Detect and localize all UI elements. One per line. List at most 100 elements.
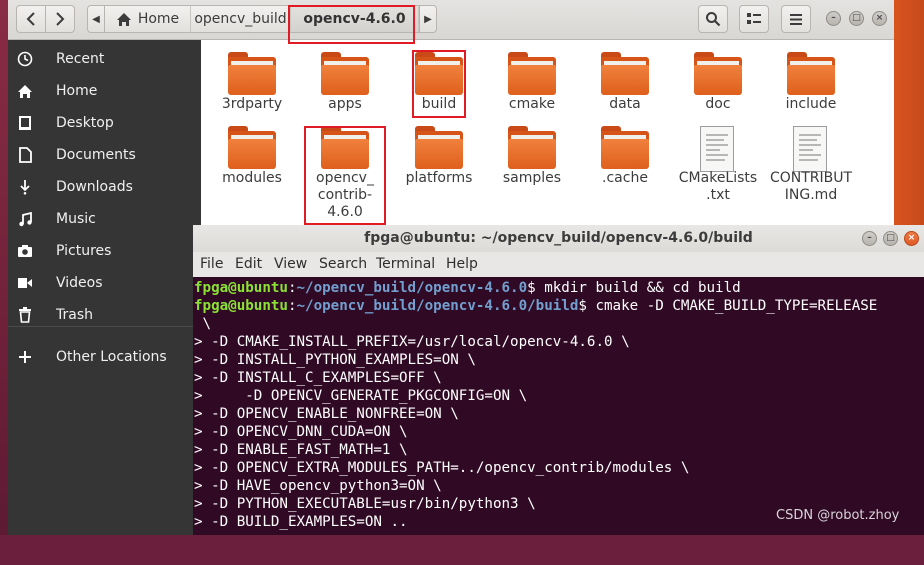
sidebar-item-videos[interactable]: Videos <box>8 267 201 299</box>
folder-icon <box>415 52 463 96</box>
places-sidebar: Recent Home Desktop Documents Downloads … <box>8 40 201 535</box>
desktop-background-left <box>0 0 8 535</box>
item-label: samples <box>502 170 562 186</box>
video-icon <box>16 274 34 292</box>
text-file-icon <box>694 126 742 172</box>
breadcrumb-home[interactable]: Home <box>105 5 191 33</box>
search-button[interactable] <box>698 5 728 33</box>
sidebar-item-documents[interactable]: Documents <box>8 139 201 171</box>
sidebar-item-label: Videos <box>56 275 103 291</box>
folder-icon <box>228 52 276 96</box>
item-label: platforms <box>405 170 473 186</box>
sidebar-item-label: Other Locations <box>56 349 167 365</box>
back-button[interactable] <box>16 5 46 33</box>
breadcrumb-scroll-right-button[interactable]: ▶ <box>419 5 437 33</box>
prompt-path: ~/opencv_build/opencv-4.6.0 <box>296 280 528 296</box>
sidebar-item-pictures[interactable]: Pictures <box>8 235 201 267</box>
terminal-line: > -D ENABLE_FAST_MATH=1 \ <box>194 442 408 458</box>
folder-icon <box>321 126 369 170</box>
sidebar-item-desktop[interactable]: Desktop <box>8 107 201 139</box>
folder-item[interactable]: modules <box>209 114 295 206</box>
command-text: $ cmake -D CMAKE_BUILD_TYPE=RELEASE <box>578 298 878 314</box>
folder-icon <box>694 52 742 96</box>
item-label: opencv_ contrib- 4.6.0 <box>316 170 374 220</box>
terminal-line: fpga@ubuntu:~/opencv_build/opencv-4.6.0$… <box>194 279 741 297</box>
terminal-line: > -D OPENCV_ENABLE_NONFREE=ON \ <box>194 406 459 422</box>
terminal-line: fpga@ubuntu:~/opencv_build/opencv-4.6.0/… <box>194 297 877 315</box>
minimize-button[interactable]: – <box>826 11 841 26</box>
breadcrumb-scroll-left-button[interactable]: ◀ <box>87 5 105 33</box>
breadcrumb-opencv-build[interactable]: opencv_build <box>191 5 291 33</box>
prompt-separator: : <box>287 280 297 296</box>
folder-icon <box>508 126 556 170</box>
terminal-line: > -D OPENCV_GENERATE_PKGCONFIG=ON \ <box>194 388 528 404</box>
file-item[interactable]: CMakeLists .txt <box>675 114 761 206</box>
item-label: CMakeLists .txt <box>678 170 758 203</box>
terminal-output[interactable]: fpga@ubuntu:~/opencv_build/opencv-4.6.0$… <box>193 277 924 535</box>
folder-icon <box>228 126 276 170</box>
sidebar-item-label: Home <box>56 83 98 99</box>
sidebar-item-downloads[interactable]: Downloads <box>8 171 201 203</box>
plus-icon <box>16 348 34 366</box>
maximize-button[interactable]: □ <box>849 11 864 26</box>
folder-icon <box>508 52 556 96</box>
item-label: apps <box>328 96 362 112</box>
menu-search[interactable]: Search <box>319 256 367 272</box>
folder-icon <box>787 52 835 96</box>
triangle-right-icon: ▶ <box>424 13 432 25</box>
terminal-titlebar: fpga@ubuntu: ~/opencv_build/opencv-4.6.0… <box>193 225 924 252</box>
sidebar-item-music[interactable]: Music <box>8 203 201 235</box>
search-icon <box>706 12 721 27</box>
music-icon <box>16 210 34 228</box>
main-menu-button[interactable] <box>781 5 811 33</box>
menu-help[interactable]: Help <box>446 256 478 272</box>
files-headerbar: ◀ Home opencv_build opencv-4.6.0 ▶ – □ × <box>8 0 894 40</box>
menu-edit[interactable]: Edit <box>235 256 262 272</box>
item-label: .cache <box>602 170 648 186</box>
menu-file[interactable]: File <box>200 256 223 272</box>
item-label: modules <box>222 170 282 186</box>
breadcrumb-current-folder[interactable]: opencv-4.6.0 <box>291 5 419 33</box>
close-button[interactable]: × <box>872 11 887 26</box>
prompt-separator: : <box>287 298 297 314</box>
sidebar-item-other-locations[interactable]: Other Locations <box>8 341 201 373</box>
folder-icon <box>415 126 463 170</box>
folder-item[interactable]: samples <box>489 114 575 206</box>
folder-item[interactable]: platforms <box>396 114 482 206</box>
menu-terminal[interactable]: Terminal <box>376 256 435 272</box>
sidebar-item-label: Recent <box>56 51 105 67</box>
clock-icon <box>16 50 34 68</box>
text-file-icon <box>787 126 835 172</box>
folder-item[interactable]: .cache <box>582 114 668 206</box>
view-options-icon <box>747 13 761 24</box>
sidebar-item-label: Downloads <box>56 179 133 195</box>
file-item[interactable]: CONTRIBUT ING.md <box>768 114 854 206</box>
sidebar-item-home[interactable]: Home <box>8 75 201 107</box>
maximize-icon: □ <box>886 233 895 243</box>
minimize-button[interactable]: – <box>862 231 877 246</box>
item-label: cmake <box>508 96 556 112</box>
chevron-left-icon <box>26 12 35 26</box>
breadcrumb-home-label: Home <box>137 11 180 27</box>
forward-button[interactable] <box>45 5 75 33</box>
item-label: doc <box>705 96 731 112</box>
close-button[interactable]: × <box>904 231 919 246</box>
terminal-line: > -D OPENCV_EXTRA_MODULES_PATH=../opencv… <box>194 460 690 476</box>
terminal-title: fpga@ubuntu: ~/opencv_build/opencv-4.6.0… <box>364 230 753 246</box>
terminal-menubar: File Edit View Search Terminal Help <box>193 252 924 278</box>
item-label: include <box>785 96 837 112</box>
view-options-button[interactable] <box>739 5 769 33</box>
menu-view[interactable]: View <box>274 256 307 272</box>
home-icon <box>16 82 34 100</box>
sidebar-item-label: Music <box>56 211 96 227</box>
folder-item[interactable]: opencv_ contrib- 4.6.0 <box>302 114 388 220</box>
folder-icon <box>601 52 649 96</box>
desktop-icon <box>16 114 34 132</box>
maximize-button[interactable]: □ <box>883 231 898 246</box>
sidebar-item-recent[interactable]: Recent <box>8 43 201 75</box>
terminal-line: > -D OPENCV_DNN_CUDA=ON \ <box>194 424 408 440</box>
sidebar-item-label: Pictures <box>56 243 112 259</box>
hamburger-menu-icon <box>790 13 802 25</box>
terminal-line: \ <box>194 316 212 332</box>
prompt-user: fpga@ubuntu <box>194 280 288 296</box>
